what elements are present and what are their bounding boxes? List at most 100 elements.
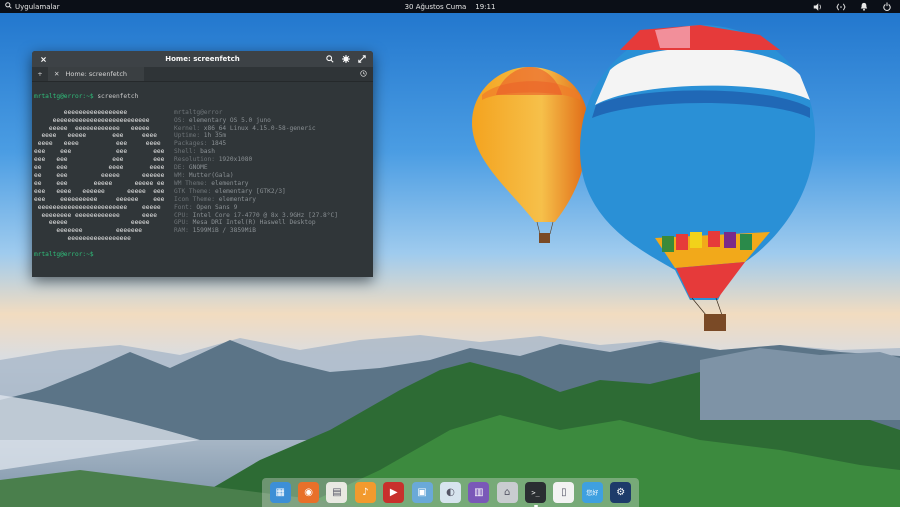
applications-label: Uygulamalar bbox=[15, 2, 60, 11]
command-text: screenfetch bbox=[93, 92, 139, 100]
top-panel: Uygulamalar 30 Ağustos Cuma 19:11 bbox=[0, 0, 900, 13]
logo-line: eeee eeeee eee eeee bbox=[34, 132, 157, 140]
info-value: elementary [GTK2/3] bbox=[211, 187, 286, 195]
new-tab-icon[interactable]: + bbox=[32, 70, 48, 78]
info-line: mrtaltg@error bbox=[174, 109, 338, 117]
photos-icon-glyph: ▣ bbox=[417, 487, 427, 498]
info-value: Open Sans 9 bbox=[192, 203, 238, 211]
info-line: OS: elementary OS 5.0 juno bbox=[174, 117, 338, 125]
multitasking-view-icon[interactable]: ▦ bbox=[269, 482, 291, 503]
info-key: Packages: bbox=[174, 140, 208, 148]
info-line: Resolution: 1920x1080 bbox=[174, 156, 338, 164]
calendar-icon-glyph: ▤ bbox=[332, 487, 342, 498]
videos-icon[interactable]: ▶ bbox=[383, 482, 405, 503]
network-icon[interactable] bbox=[835, 1, 846, 12]
terminal-tabbar: + ✕ Home: screenfetch bbox=[32, 67, 373, 82]
dock: ▦ ◉ ▤ ♪ ▶ ▣ ◐ ▥ ⌂ >_ ▯ 您好 ⚙ bbox=[262, 478, 639, 507]
info-key: CPU: bbox=[174, 211, 189, 219]
info-line: GTK Theme: elementary [GTK2/3] bbox=[174, 188, 338, 196]
logo-line: eeeee eeeeeeeeeeee eeeee bbox=[34, 124, 150, 132]
steam-icon[interactable]: ⚙ bbox=[610, 482, 632, 503]
terminal-titlebar[interactable]: Home: screenfetch bbox=[32, 51, 373, 67]
info-key: OS: bbox=[174, 116, 186, 124]
logo-line: ee eee eeeee eeeee ee bbox=[34, 179, 165, 187]
appcenter-icon[interactable]: ▥ bbox=[468, 482, 490, 503]
logo-line: eee eeee eeeeee eeeee eee bbox=[34, 187, 165, 195]
input-method-icon[interactable]: 您好 bbox=[581, 482, 603, 503]
tab-home-screenfetch[interactable]: ✕ Home: screenfetch bbox=[48, 67, 144, 81]
logo-line: eeeeeeee eeeeeeeeeeee eeee bbox=[34, 211, 157, 219]
files-icon[interactable]: ⌂ bbox=[496, 482, 518, 503]
history-icon[interactable] bbox=[360, 69, 367, 79]
info-key: Resolution: bbox=[174, 156, 215, 164]
volume-icon[interactable] bbox=[812, 1, 823, 12]
info-value: Intel Core i7-4770 @ 8x 3.9GHz [27.8°C] bbox=[188, 211, 338, 219]
info-key: GPU: bbox=[174, 219, 189, 227]
info-value: x86_64 Linux 4.15.0-58-generic bbox=[200, 124, 316, 132]
multitasking-view-icon-glyph: ▦ bbox=[275, 487, 285, 498]
applications-menu[interactable]: Uygulamalar bbox=[0, 2, 60, 11]
input-method-icon-glyph: 您好 bbox=[586, 490, 599, 497]
terminal-window[interactable]: Home: screenfetch + ✕ Home: screenfetch … bbox=[32, 51, 373, 277]
panel-date: 30 Ağustos Cuma bbox=[404, 2, 467, 11]
info-value: 1h 35m bbox=[200, 132, 227, 140]
logo-line: eeeeeeeeeeeeeeeee bbox=[34, 108, 128, 116]
text-editor-icon[interactable]: ▯ bbox=[553, 482, 575, 503]
info-key: Kernel: bbox=[174, 124, 201, 132]
info-value: elementary OS 5.0 juno bbox=[185, 116, 271, 124]
photos-icon[interactable]: ▣ bbox=[411, 482, 433, 503]
info-value: 1845 bbox=[207, 140, 227, 148]
info-value: elementary bbox=[214, 195, 256, 203]
date-time-indicator[interactable]: 30 Ağustos Cuma 19:11 bbox=[405, 3, 496, 11]
info-line: DE: GNOME bbox=[174, 164, 338, 172]
info-line: Font: Open Sans 9 bbox=[174, 204, 338, 212]
info-key: RAM: bbox=[174, 227, 189, 235]
appcenter-icon-glyph: ▥ bbox=[474, 487, 484, 498]
distro-logo: eeeeeeeeeeeeeeeee eeeeeeeeeeeeeeeeeeeeee… bbox=[34, 109, 174, 243]
search-icon[interactable] bbox=[324, 53, 336, 65]
logo-line: eeeeeeeeeeeeeeeeeeeeeeeeee bbox=[34, 116, 150, 124]
info-value: 1599MiB / 3859MiB bbox=[188, 227, 256, 235]
terminal-output[interactable]: mrtaltg@error:~$ screenfetch eeeeeeeeeee… bbox=[32, 82, 373, 277]
videos-icon-glyph: ▶ bbox=[389, 487, 398, 498]
info-value: bash bbox=[196, 148, 215, 156]
info-key: Font: bbox=[174, 203, 193, 211]
logo-line: eeee eeee eee eeee bbox=[34, 140, 161, 148]
info-value: Mutter(Gala) bbox=[185, 171, 234, 179]
info-line: Uptime: 1h 35m bbox=[174, 132, 338, 140]
power-icon[interactable] bbox=[881, 1, 892, 12]
tab-close-icon[interactable]: ✕ bbox=[54, 70, 59, 78]
music-icon-glyph: ♪ bbox=[362, 487, 369, 498]
info-line: WM Theme: elementary bbox=[174, 180, 338, 188]
gear-icon[interactable] bbox=[340, 53, 352, 65]
music-icon[interactable]: ♪ bbox=[354, 482, 376, 503]
info-key: DE: bbox=[174, 164, 186, 172]
steam-icon-glyph: ⚙ bbox=[616, 487, 626, 498]
notifications-icon[interactable] bbox=[858, 1, 869, 12]
logo-line: ee eee eeee eeee bbox=[34, 164, 165, 172]
settings-toggle-icon[interactable]: ◐ bbox=[439, 482, 461, 503]
terminal-icon[interactable]: >_ bbox=[525, 482, 547, 507]
firefox-icon[interactable]: ◉ bbox=[298, 482, 320, 503]
logo-line: eeeee eeeee bbox=[34, 219, 150, 227]
info-value: GNOME bbox=[185, 164, 208, 172]
final-prompt: mrtaltg@error:~$ bbox=[34, 251, 94, 259]
logo-line: eee eeeeeeeeee eeeeee eee bbox=[34, 195, 165, 203]
search-icon bbox=[5, 2, 12, 11]
files-icon-glyph: ⌂ bbox=[504, 487, 511, 498]
terminal-icon-glyph: >_ bbox=[531, 488, 540, 497]
info-key: Icon Theme: bbox=[174, 195, 215, 203]
info-key: WM Theme: bbox=[174, 179, 208, 187]
system-info: mrtaltg@error OS: elementary OS 5.0 juno K… bbox=[174, 109, 338, 243]
maximize-icon[interactable] bbox=[356, 53, 368, 65]
info-line: Icon Theme: elementary bbox=[174, 196, 338, 204]
firefox-icon-glyph: ◉ bbox=[304, 487, 313, 498]
logo-line: eee eee eee eee bbox=[34, 148, 165, 156]
logo-line: eeeeeeeeeeeeeeeee bbox=[34, 235, 131, 243]
info-key: GTK Theme: bbox=[174, 187, 212, 195]
calendar-icon[interactable]: ▤ bbox=[326, 482, 348, 503]
close-icon[interactable] bbox=[37, 53, 49, 65]
logo-line: eee eee eee eee bbox=[34, 156, 165, 164]
logo-line: ee eee eeeee eeeeee bbox=[34, 171, 165, 179]
logo-line: eeeeeeeeeeeeeeeeeeeeeeee eeeee bbox=[34, 203, 161, 211]
